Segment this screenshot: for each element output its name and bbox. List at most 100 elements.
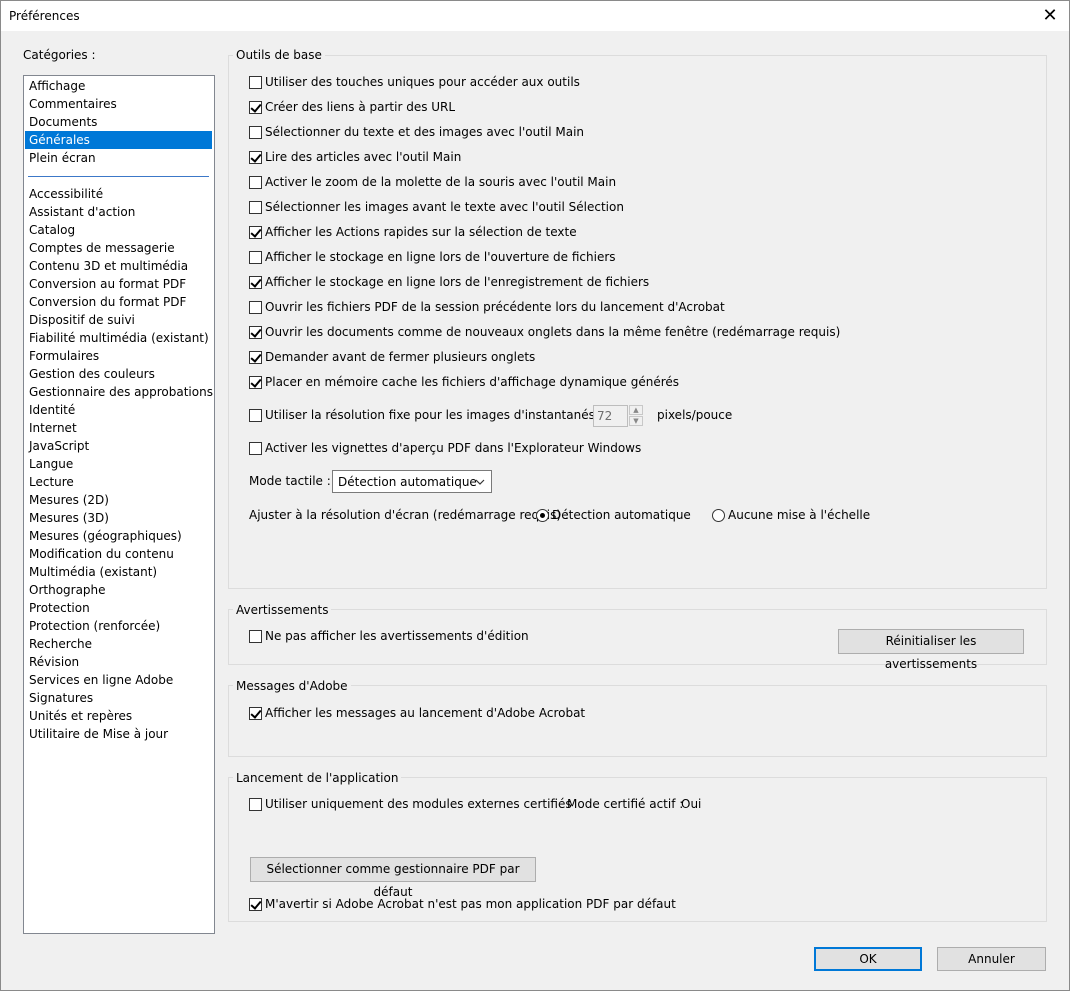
messages-checkbox[interactable] — [249, 707, 262, 720]
resolution-unit: pixels/pouce — [657, 408, 733, 422]
warn-default-checkbox[interactable] — [249, 898, 262, 911]
certified-label: Utiliser uniquement des modules externes… — [265, 797, 572, 811]
option-checkbox[interactable] — [249, 151, 262, 164]
category-item[interactable]: Fiabilité multimédia (existant) — [25, 329, 212, 347]
category-item[interactable]: Lecture — [25, 473, 212, 491]
category-item[interactable]: Révision — [25, 653, 212, 671]
option-checkbox[interactable] — [249, 126, 262, 139]
category-item[interactable]: Accessibilité — [25, 185, 212, 203]
categories-separator — [28, 176, 209, 177]
stepper-down-icon[interactable]: ▼ — [629, 416, 643, 426]
category-item[interactable]: Commentaires — [25, 95, 212, 113]
option-checkbox[interactable] — [249, 76, 262, 89]
category-item[interactable]: JavaScript — [25, 437, 212, 455]
option-label: Placer en mémoire cache les fichiers d'a… — [265, 375, 680, 389]
radio-aucune-echelle[interactable] — [712, 509, 725, 522]
cancel-button[interactable]: Annuler — [937, 947, 1046, 971]
resolution-value: 72 — [597, 409, 613, 423]
mode-tactile-label: Mode tactile : — [249, 474, 331, 488]
category-item[interactable]: Internet — [25, 419, 212, 437]
mode-tactile-value: Détection automatique — [338, 475, 477, 489]
option-checkbox[interactable] — [249, 101, 262, 114]
category-item[interactable]: Mesures (2D) — [25, 491, 212, 509]
category-item[interactable]: Plein écran — [25, 149, 212, 167]
category-item[interactable]: Protection — [25, 599, 212, 617]
category-item[interactable]: Orthographe — [25, 581, 212, 599]
category-item[interactable]: Conversion du format PDF — [25, 293, 212, 311]
option-label: Utiliser des touches uniques pour accéde… — [265, 75, 580, 89]
category-item[interactable]: Mesures (3D) — [25, 509, 212, 527]
avertissements-label: Ne pas afficher les avertissements d'édi… — [265, 629, 529, 643]
avertissements-checkbox[interactable] — [249, 630, 262, 643]
reset-warnings-button[interactable]: Réinitialiser les avertissements — [838, 629, 1024, 671]
category-item[interactable]: Affichage — [25, 77, 212, 95]
category-item[interactable]: Catalog — [25, 221, 212, 239]
option-label: Ouvrir les fichiers PDF de la session pr… — [265, 300, 725, 314]
category-item[interactable]: Langue — [25, 455, 212, 473]
option-checkbox[interactable] — [249, 251, 262, 264]
option-label: Demander avant de fermer plusieurs ongle… — [265, 350, 536, 364]
option-checkbox[interactable] — [249, 351, 262, 364]
chevron-down-icon — [475, 479, 485, 485]
category-item[interactable]: Dispositif de suivi — [25, 311, 212, 329]
option-label: Lire des articles avec l'outil Main — [265, 150, 462, 164]
radio-aucune-echelle-label: Aucune mise à l'échelle — [728, 508, 871, 522]
radio-detection-auto[interactable] — [536, 509, 549, 522]
mode-certifie-label: Mode certifié actif : — [567, 797, 684, 811]
stepper-up-icon[interactable]: ▲ — [629, 405, 643, 415]
option-label: Afficher le stockage en ligne lors de l'… — [265, 275, 650, 289]
category-item[interactable]: Modification du contenu — [25, 545, 212, 563]
category-item[interactable]: Protection (renforcée) — [25, 617, 212, 635]
category-item[interactable]: Services en ligne Adobe — [25, 671, 212, 689]
category-item[interactable]: Assistant d'action — [25, 203, 212, 221]
ajuster-label: Ajuster à la résolution d'écran (redémar… — [249, 508, 569, 522]
option-checkbox[interactable] — [249, 276, 262, 289]
category-item[interactable]: Gestion des couleurs — [25, 365, 212, 383]
resolution-checkbox[interactable] — [249, 409, 262, 422]
title-bar: Préférences ✕ — [1, 1, 1069, 31]
close-icon[interactable]: ✕ — [1037, 4, 1063, 28]
messages-label: Afficher les messages au lancement d'Ado… — [265, 706, 586, 720]
category-item[interactable]: Conversion au format PDF — [25, 275, 212, 293]
category-item[interactable]: Gestionnaire des approbations — [25, 383, 213, 401]
resolution-stepper[interactable]: ▲ ▼ — [629, 405, 643, 427]
group-title-outils: Outils de base — [233, 48, 325, 62]
category-item[interactable]: Mesures (géographiques) — [25, 527, 212, 545]
resolution-label: Utiliser la résolution fixe pour les ima… — [265, 408, 603, 422]
category-item[interactable]: Documents — [25, 113, 212, 131]
option-checkbox[interactable] — [249, 176, 262, 189]
mode-certifie-value: Oui — [681, 797, 702, 811]
group-title-lancement: Lancement de l'application — [233, 771, 402, 785]
option-checkbox[interactable] — [249, 301, 262, 314]
category-item[interactable]: Recherche — [25, 635, 212, 653]
option-checkbox[interactable] — [249, 226, 262, 239]
group-title-messages: Messages d'Adobe — [233, 679, 351, 693]
option-label: Afficher le stockage en ligne lors de l'… — [265, 250, 616, 264]
category-item[interactable]: Multimédia (existant) — [25, 563, 212, 581]
option-label: Sélectionner les images avant le texte a… — [265, 200, 624, 214]
warn-default-label: M'avertir si Adobe Acrobat n'est pas mon… — [265, 897, 676, 911]
option-checkbox[interactable] — [249, 376, 262, 389]
certified-checkbox[interactable] — [249, 798, 262, 811]
category-item[interactable]: Contenu 3D et multimédia — [25, 257, 212, 275]
category-item[interactable]: Utilitaire de Mise à jour — [25, 725, 212, 743]
set-default-pdf-button[interactable]: Sélectionner comme gestionnaire PDF par … — [250, 857, 536, 899]
vignettes-checkbox[interactable] — [249, 442, 262, 455]
category-item[interactable]: Signatures — [25, 689, 212, 707]
category-item[interactable]: Identité — [25, 401, 212, 419]
group-messages — [228, 685, 1047, 757]
radio-detection-auto-label: Détection automatique — [552, 508, 691, 522]
category-item[interactable]: Formulaires — [25, 347, 212, 365]
categories-label: Catégories : — [23, 48, 96, 62]
option-checkbox[interactable] — [249, 326, 262, 339]
category-item[interactable]: Unités et repères — [25, 707, 212, 725]
option-checkbox[interactable] — [249, 201, 262, 214]
ok-button[interactable]: OK — [814, 947, 922, 971]
group-title-avertissements: Avertissements — [233, 603, 332, 617]
option-label: Activer le zoom de la molette de la sour… — [265, 175, 617, 189]
category-item[interactable]: Générales — [25, 131, 212, 149]
resolution-input[interactable]: 72 — [593, 405, 628, 427]
mode-tactile-select[interactable]: Détection automatique — [332, 470, 492, 493]
categories-list[interactable]: Affichage Commentaires Documents Générales P… — [23, 75, 215, 934]
category-item[interactable]: Comptes de messagerie — [25, 239, 212, 257]
